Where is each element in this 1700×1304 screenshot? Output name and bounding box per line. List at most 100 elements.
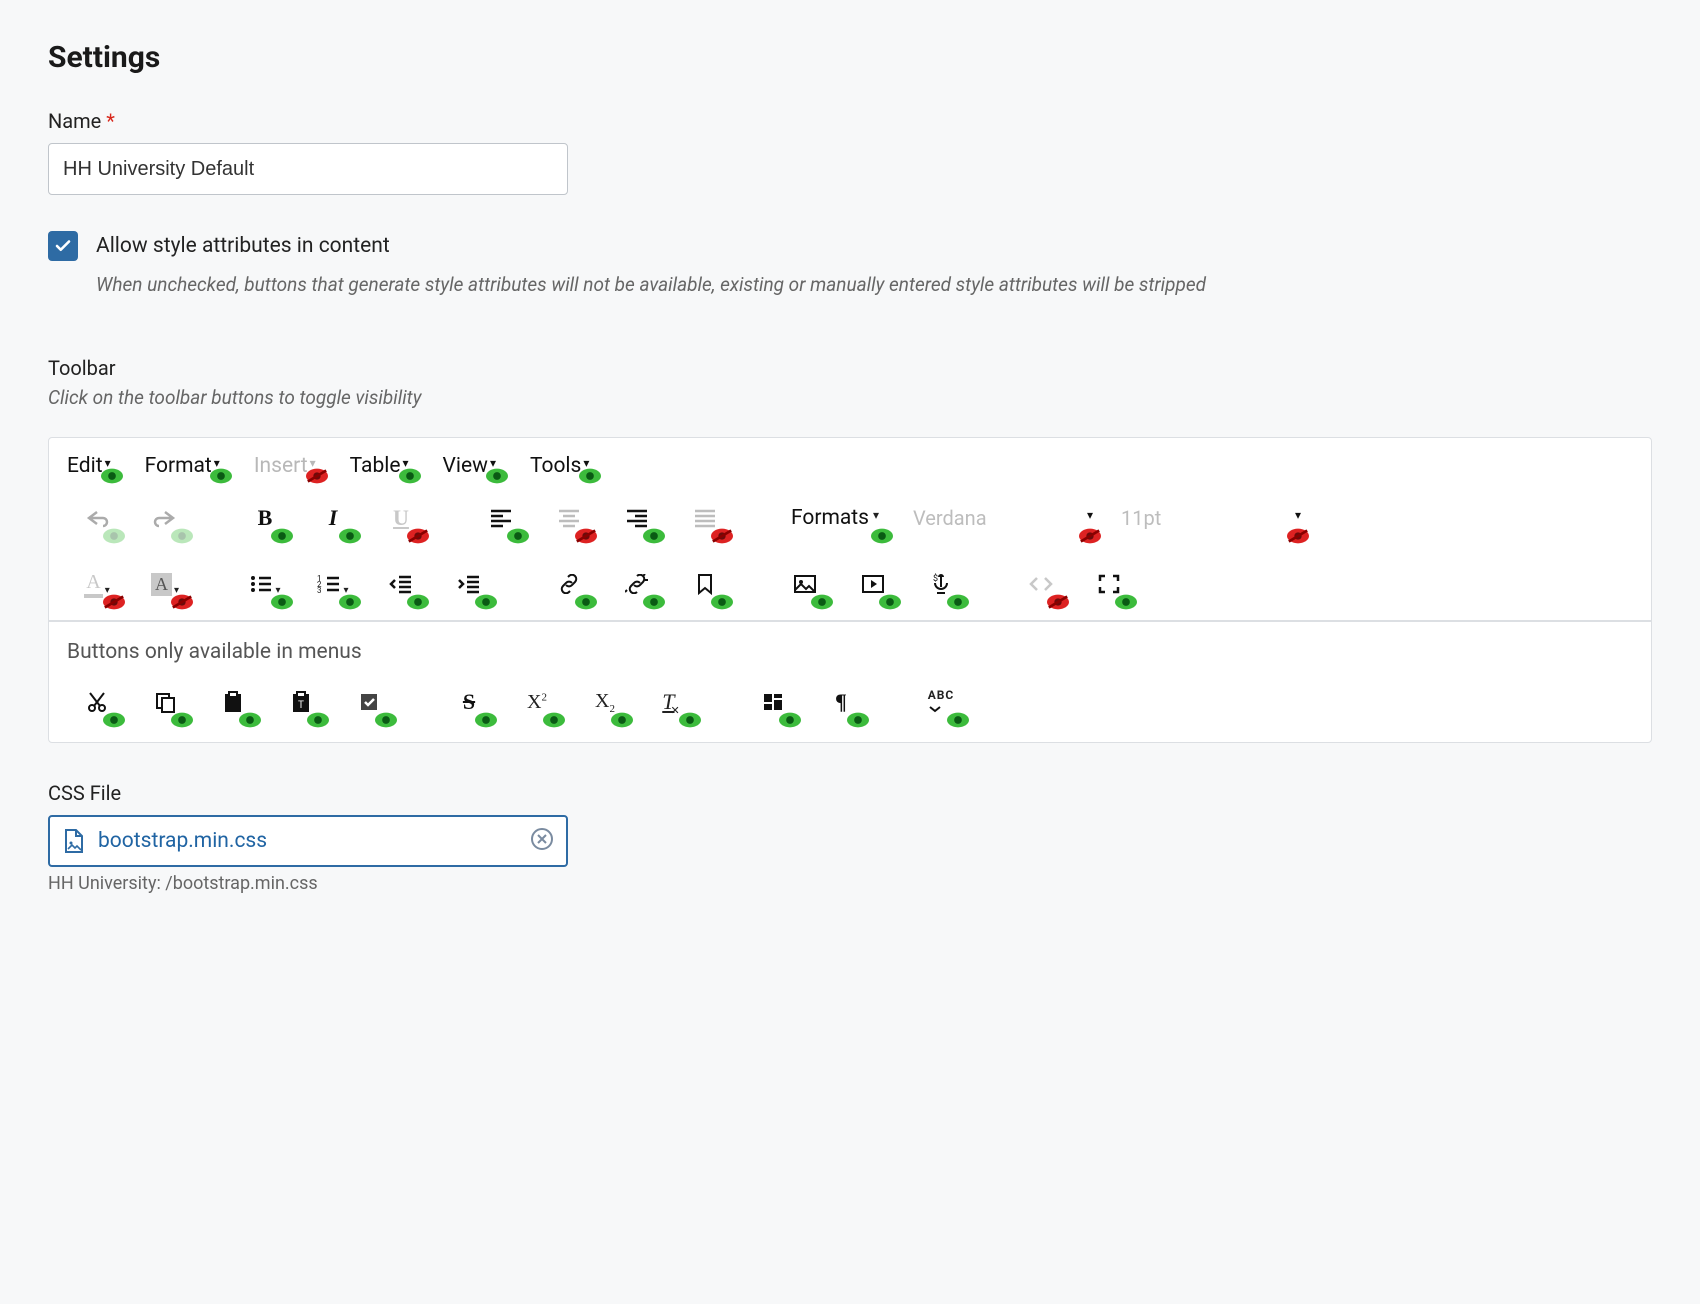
align-left-button[interactable] bbox=[471, 496, 531, 540]
underline-button[interactable]: U bbox=[371, 496, 431, 540]
align-justify-button[interactable] bbox=[675, 496, 735, 540]
unlink-icon bbox=[625, 574, 649, 594]
menu-table[interactable]: Table▾ bbox=[350, 454, 409, 478]
cut-button[interactable] bbox=[67, 680, 127, 724]
link-icon bbox=[557, 574, 581, 594]
css-file-remove-button[interactable] bbox=[530, 827, 554, 856]
bold-button[interactable]: B bbox=[235, 496, 295, 540]
paragraph-marks-button[interactable]: ¶ bbox=[811, 680, 871, 724]
visibility-badge-off bbox=[306, 468, 328, 484]
fullscreen-icon bbox=[1098, 574, 1120, 594]
indent-button[interactable] bbox=[439, 562, 499, 606]
backcolor-button[interactable]: A▾ bbox=[135, 562, 195, 606]
subscript-button[interactable]: X2 bbox=[575, 680, 635, 724]
spellcheck-button[interactable]: ABC bbox=[911, 680, 971, 724]
allow-style-label: Allow style attributes in content bbox=[96, 234, 390, 258]
outdent-button[interactable] bbox=[371, 562, 431, 606]
menu-view[interactable]: View▾ bbox=[443, 454, 496, 478]
paste-text-icon: T bbox=[291, 691, 311, 713]
caret-icon: ▾ bbox=[873, 508, 879, 522]
visibility-badge-on bbox=[103, 712, 125, 728]
visibility-badge-on bbox=[507, 528, 529, 544]
visibility-badge-off bbox=[407, 528, 429, 544]
css-file-name: bootstrap.min.css bbox=[98, 829, 518, 853]
visibility-badge-on bbox=[271, 528, 293, 544]
visibility-badge-off bbox=[1047, 594, 1069, 610]
strikethrough-button[interactable]: S bbox=[439, 680, 499, 724]
name-input[interactable] bbox=[48, 143, 568, 195]
paste-text-button[interactable]: T bbox=[271, 680, 331, 724]
menu-table-label: Table bbox=[350, 454, 401, 478]
css-file-chip[interactable]: bootstrap.min.css bbox=[48, 815, 568, 867]
visibility-badge-off bbox=[103, 594, 125, 610]
toolbar-row-2: A▾ A▾ ▾ 123▾ $ bbox=[49, 554, 1651, 620]
cut-icon bbox=[86, 691, 108, 713]
clear-format-button[interactable]: T✕ bbox=[643, 680, 703, 724]
visibility-badge-on bbox=[475, 594, 497, 610]
page-title: Settings bbox=[48, 40, 1652, 75]
image-button[interactable] bbox=[775, 562, 835, 606]
menu-tools[interactable]: Tools▾ bbox=[530, 454, 589, 478]
anchor-button[interactable] bbox=[675, 562, 735, 606]
align-right-button[interactable] bbox=[607, 496, 667, 540]
bullet-list-button[interactable]: ▾ bbox=[235, 562, 295, 606]
visibility-badge-on bbox=[307, 712, 329, 728]
visibility-badge-on bbox=[711, 594, 733, 610]
strikethrough-icon: S bbox=[463, 689, 475, 715]
font-family-placeholder: Verdana bbox=[913, 506, 987, 530]
undo-button[interactable] bbox=[67, 496, 127, 540]
visibility-badge-on bbox=[210, 468, 232, 484]
copy-button[interactable] bbox=[135, 680, 195, 724]
toolbar-row-1: B I U Formats▾ Verdana▾ 11pt▾ bbox=[49, 488, 1651, 554]
visibility-badge-on bbox=[611, 712, 633, 728]
allow-style-checkbox[interactable] bbox=[48, 231, 78, 261]
link-button[interactable] bbox=[539, 562, 599, 606]
visibility-badge-on bbox=[679, 712, 701, 728]
superscript-button[interactable]: X2 bbox=[507, 680, 567, 724]
copy-icon bbox=[154, 691, 176, 713]
menu-format[interactable]: Format▾ bbox=[145, 454, 220, 478]
align-center-button[interactable] bbox=[539, 496, 599, 540]
paste-button[interactable] bbox=[203, 680, 263, 724]
css-file-path: HH University: /bootstrap.min.css bbox=[48, 873, 1652, 894]
embed-button[interactable]: $ bbox=[911, 562, 971, 606]
anchor-icon bbox=[695, 573, 715, 595]
embed-icon: $ bbox=[929, 573, 953, 595]
font-size-dropdown[interactable]: 11pt▾ bbox=[1111, 496, 1311, 540]
allow-style-help: When unchecked, buttons that generate st… bbox=[96, 273, 1652, 296]
italic-button[interactable]: I bbox=[303, 496, 363, 540]
menu-format-label: Format bbox=[145, 454, 212, 478]
redo-button[interactable] bbox=[135, 496, 195, 540]
visibility-badge-on bbox=[171, 528, 193, 544]
source-code-button[interactable] bbox=[1011, 562, 1071, 606]
visibility-badge-on bbox=[339, 528, 361, 544]
media-button[interactable] bbox=[843, 562, 903, 606]
menu-insert-label: Insert bbox=[254, 454, 308, 478]
caret-icon: ▾ bbox=[1295, 508, 1301, 522]
unlink-button[interactable] bbox=[607, 562, 667, 606]
menu-insert[interactable]: Insert▾ bbox=[254, 454, 316, 478]
align-center-icon bbox=[557, 508, 581, 528]
visibility-badge-on bbox=[871, 528, 893, 544]
menu-edit[interactable]: Edit▾ bbox=[67, 454, 111, 478]
numbered-list-button[interactable]: 123▾ bbox=[303, 562, 363, 606]
select-all-button[interactable] bbox=[339, 680, 399, 724]
svg-text:T: T bbox=[298, 700, 304, 711]
visibility-badge-on bbox=[543, 712, 565, 728]
visibility-badge-off bbox=[711, 528, 733, 544]
visibility-badge-off bbox=[171, 594, 193, 610]
font-family-dropdown[interactable]: Verdana▾ bbox=[903, 496, 1103, 540]
pilcrow-icon: ¶ bbox=[835, 689, 847, 715]
file-icon bbox=[62, 828, 86, 854]
formats-dropdown[interactable]: Formats ▾ bbox=[775, 496, 895, 540]
fullscreen-button[interactable] bbox=[1079, 562, 1139, 606]
blocks-button[interactable] bbox=[743, 680, 803, 724]
forecolor-button[interactable]: A▾ bbox=[67, 562, 127, 606]
indent-icon bbox=[457, 574, 481, 594]
visibility-badge-on bbox=[475, 712, 497, 728]
svg-text:3: 3 bbox=[317, 586, 322, 594]
toolbar-section-label: Toolbar bbox=[48, 356, 1652, 380]
formats-label: Formats bbox=[791, 506, 869, 530]
required-marker: * bbox=[106, 109, 115, 133]
visibility-badge-on bbox=[171, 712, 193, 728]
